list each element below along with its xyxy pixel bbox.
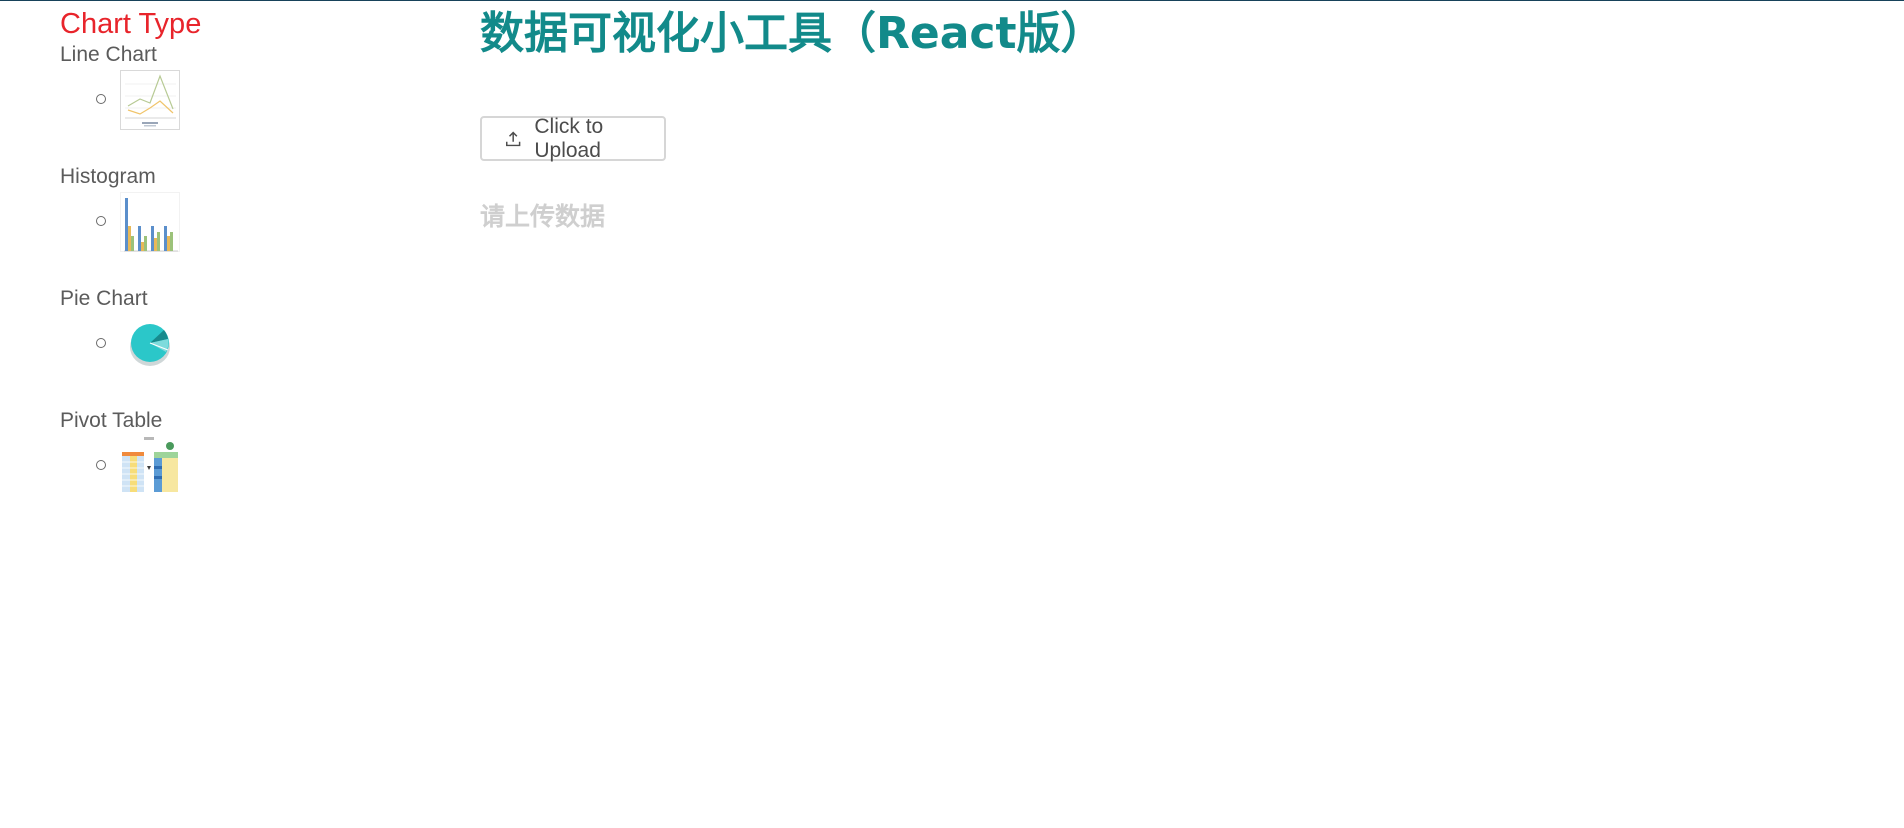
main-content: 数据可视化小工具（React版） Click to Upload 请上传数据	[480, 0, 1780, 231]
list-bullet	[96, 460, 106, 470]
chart-type-pie: Pie Chart	[60, 286, 360, 408]
upload-button-label: Click to Upload	[534, 114, 604, 162]
empty-data-hint: 请上传数据	[480, 203, 606, 231]
chart-thumb-item	[60, 312, 360, 376]
histogram-thumbnail-icon[interactable]	[120, 192, 180, 252]
chart-type-line: Line Chart	[60, 42, 360, 164]
chart-type-pivot: Pivot Table	[60, 408, 360, 530]
list-bullet	[96, 338, 106, 348]
chart-type-list: Line Chart Histogram Pie Chart Pivot Tab…	[60, 42, 360, 530]
chart-thumb-item	[60, 68, 360, 132]
page-title: 数据可视化小工具（React版）	[480, 8, 1105, 59]
chart-thumb-item	[60, 190, 360, 254]
upload-icon	[506, 131, 521, 146]
chart-type-sidebar: Chart Type Line Chart Histogram Pie Char…	[60, 6, 360, 530]
chart-thumb-item	[60, 434, 360, 498]
sidebar-title: Chart Type	[60, 8, 202, 40]
chart-type-histogram: Histogram	[60, 164, 360, 286]
chart-type-label-pie[interactable]: Pie Chart	[60, 286, 360, 312]
line-chart-thumbnail-icon[interactable]	[120, 70, 180, 130]
list-bullet	[96, 94, 106, 104]
chart-type-label-line[interactable]: Line Chart	[60, 42, 360, 68]
pivot-table-thumbnail-icon[interactable]	[120, 436, 180, 496]
chart-type-label-pivot[interactable]: Pivot Table	[60, 408, 360, 434]
chart-type-label-histogram[interactable]: Histogram	[60, 164, 360, 190]
list-bullet	[96, 216, 106, 226]
pie-chart-thumbnail-icon[interactable]	[120, 314, 180, 374]
upload-button[interactable]: Click to Upload	[480, 114, 666, 162]
